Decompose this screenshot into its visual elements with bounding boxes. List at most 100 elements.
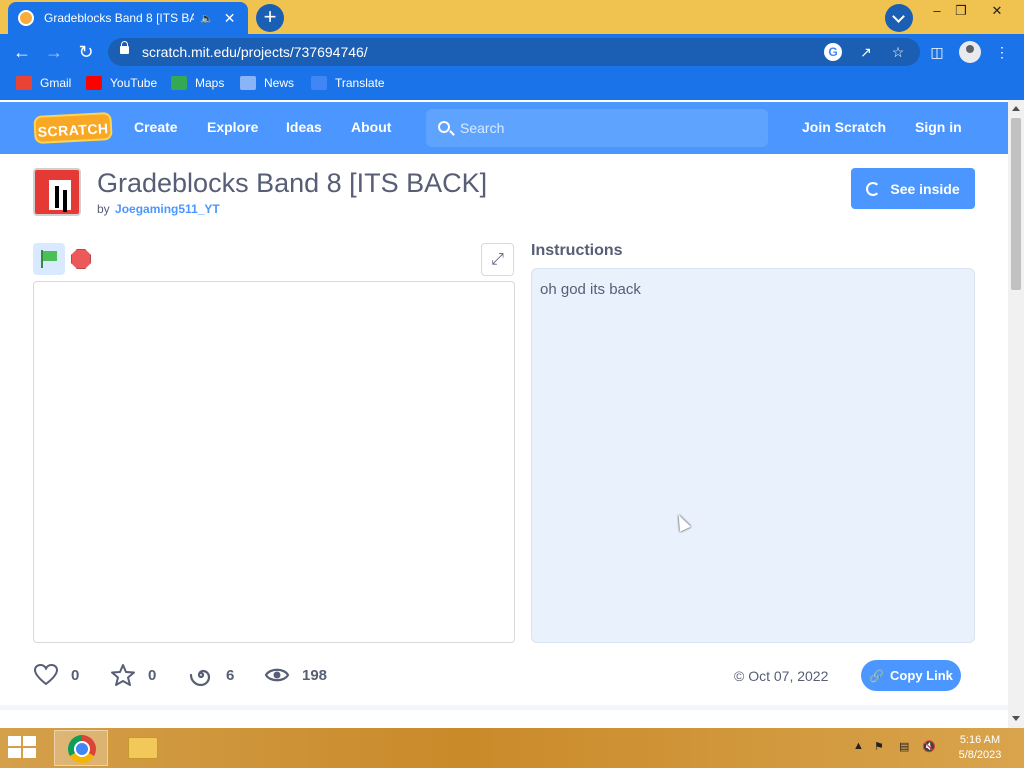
new-tab-button[interactable]: +: [256, 4, 284, 32]
sign-in-link[interactable]: Sign in: [915, 119, 962, 135]
author-link[interactable]: Joegaming511_YT: [115, 202, 220, 216]
stop-sign-button[interactable]: [71, 249, 91, 269]
search-input[interactable]: [460, 109, 760, 147]
gmail-icon: [16, 76, 32, 90]
favorite-stat[interactable]: 0: [110, 660, 156, 690]
volume-muted-icon[interactable]: 🔇: [922, 740, 936, 753]
nav-create[interactable]: Create: [134, 119, 178, 135]
page-bottom-area: [0, 710, 1008, 728]
love-stat[interactable]: 0: [33, 660, 79, 690]
tab-search-button[interactable]: [885, 4, 913, 32]
back-arrow-icon[interactable]: ←: [10, 40, 34, 64]
project-date-text: Oct 07, 2022: [748, 668, 829, 684]
google-lens-icon[interactable]: G: [824, 43, 842, 61]
vertical-scrollbar[interactable]: [1008, 100, 1024, 728]
reload-icon[interactable]: ↻: [74, 40, 98, 64]
bookmark-label: News: [264, 76, 295, 90]
remix-count: 6: [226, 666, 235, 684]
scroll-down-arrow-icon[interactable]: [1012, 716, 1020, 721]
copy-link-label: Copy Link: [890, 668, 953, 683]
side-panel-icon[interactable]: ◫: [927, 42, 947, 62]
see-inside-label: See inside: [890, 180, 960, 197]
translate-icon: [311, 76, 327, 90]
remix-stat: 6: [188, 660, 234, 690]
link-icon: 🔗: [869, 668, 885, 683]
search-box: [426, 109, 768, 147]
green-flag-button[interactable]: [33, 243, 65, 275]
instructions-panel: oh god its back: [531, 268, 975, 643]
url-text[interactable]: scratch.mit.edu/projects/737694746/: [142, 44, 368, 60]
project-title: Gradeblocks Band 8 [ITS BACK]: [97, 168, 488, 198]
news-icon: [240, 76, 256, 90]
star-icon: [111, 664, 135, 686]
views-count: 198: [302, 666, 328, 684]
system-clock[interactable]: 5:16 AM 5/8/2023: [950, 733, 1010, 763]
windows-start-icon[interactable]: [8, 736, 38, 760]
project-stage[interactable]: [33, 281, 515, 643]
window-close-button[interactable]: ✕: [980, 0, 1014, 22]
file-explorer-icon: [128, 737, 158, 759]
lock-icon: [120, 41, 129, 54]
browser-toolbar: ← → ↻ scratch.mit.edu/projects/737694746…: [0, 34, 1024, 70]
by-label: by: [97, 202, 110, 216]
menu-kebab-icon[interactable]: ⋮: [992, 42, 1012, 62]
page-viewport: SCRATCH Create Explore Ideas About Join …: [0, 100, 1008, 710]
nav-about[interactable]: About: [351, 119, 391, 135]
project-byline: by Joegaming511_YT: [97, 202, 220, 216]
fullscreen-icon[interactable]: ⤢: [481, 243, 514, 276]
nav-ideas[interactable]: Ideas: [286, 119, 322, 135]
action-center-flag-icon[interactable]: ⚑: [874, 740, 884, 753]
instructions-heading: Instructions: [531, 242, 623, 259]
love-count: 0: [71, 666, 80, 684]
nav-explore[interactable]: Explore: [207, 119, 258, 135]
youtube-icon: [86, 76, 102, 90]
tab-close-icon[interactable]: ✕: [224, 10, 236, 27]
tab-audio-icon[interactable]: 🔈: [200, 12, 214, 25]
bookmark-gmail[interactable]: Gmail: [16, 76, 71, 90]
favorite-count: 0: [148, 666, 157, 684]
profile-avatar-icon[interactable]: [959, 41, 981, 63]
join-scratch-link[interactable]: Join Scratch: [802, 119, 886, 135]
bookmark-news[interactable]: News: [240, 76, 294, 90]
bookmark-translate[interactable]: Translate: [311, 76, 385, 90]
forward-arrow-icon[interactable]: →: [42, 40, 66, 64]
remix-arrows-icon: [866, 181, 881, 196]
heart-icon: [33, 663, 59, 686]
address-bar[interactable]: scratch.mit.edu/projects/737694746/ G ↗ …: [108, 38, 920, 66]
browser-tab-active[interactable]: Gradeblocks Band 8 [ITS BAC 🔈 ✕: [8, 2, 248, 34]
share-icon[interactable]: ↗: [856, 42, 876, 62]
bookmark-label: YouTube: [110, 76, 158, 90]
chrome-icon: [68, 735, 96, 763]
eye-icon: [264, 668, 290, 682]
copy-link-button[interactable]: 🔗 Copy Link: [861, 660, 961, 691]
project-thumbnail: [33, 168, 81, 216]
see-inside-button[interactable]: See inside: [851, 168, 975, 209]
scratch-logo[interactable]: SCRATCH: [33, 111, 113, 145]
scratch-navbar: SCRATCH Create Explore Ideas About Join …: [0, 102, 1008, 154]
bookmark-maps[interactable]: Maps: [171, 76, 224, 90]
tray-overflow-icon[interactable]: ▲: [853, 740, 864, 752]
remix-spiral-icon: [189, 669, 211, 687]
bookmark-youtube[interactable]: YouTube: [86, 76, 157, 90]
windows-taskbar: ▲ ⚑ ▤ 🔇 5:16 AM 5/8/2023: [0, 728, 1024, 768]
taskbar-file-explorer-app[interactable]: [116, 730, 170, 766]
bookmark-star-icon[interactable]: ☆: [888, 42, 908, 62]
taskbar-chrome-app[interactable]: [54, 730, 108, 766]
bookmark-label: Maps: [195, 76, 225, 90]
instructions-text: oh god its back: [540, 281, 641, 298]
copyright-icon: ©: [734, 668, 745, 684]
clock-date: 5/8/2023: [958, 749, 1002, 761]
bookmarks-bar: Gmail YouTube Maps News Translate: [0, 70, 1024, 100]
project-date: © Oct 07, 2022: [734, 668, 828, 684]
maps-icon: [171, 76, 187, 90]
bookmark-label: Translate: [335, 76, 385, 90]
network-icon[interactable]: ▤: [899, 740, 909, 753]
browser-tab-strip: Gradeblocks Band 8 [ITS BAC 🔈 ✕ + – ❐ ✕: [0, 0, 1024, 34]
scratch-favicon-icon: [18, 10, 34, 26]
scroll-thumb[interactable]: [1011, 118, 1021, 290]
restore-button[interactable]: ❐: [944, 0, 978, 22]
clock-time: 5:16 AM: [959, 734, 1001, 746]
views-stat: 198: [264, 660, 327, 690]
search-icon: [438, 121, 450, 133]
scroll-up-arrow-icon[interactable]: [1012, 106, 1020, 111]
